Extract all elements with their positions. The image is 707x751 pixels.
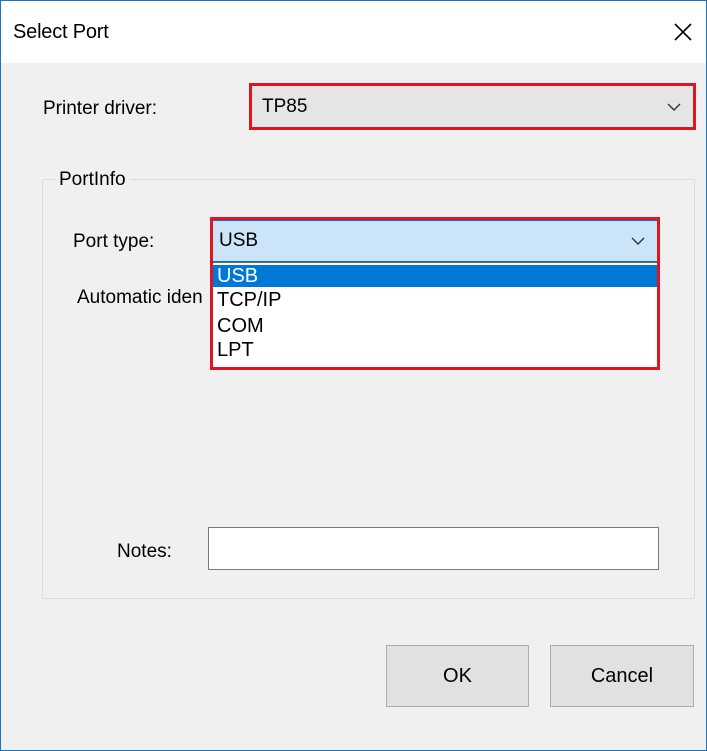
title-bar: Select Port	[1, 1, 706, 63]
close-button[interactable]	[660, 1, 706, 63]
printer-driver-value: TP85	[262, 95, 308, 117]
window-title: Select Port	[13, 21, 109, 43]
port-type-select[interactable]: USB	[212, 220, 658, 262]
ok-button[interactable]: OK	[386, 645, 529, 707]
cancel-button[interactable]: Cancel	[550, 645, 694, 707]
printer-driver-label: Printer driver:	[43, 98, 158, 119]
notes-label: Notes:	[117, 541, 172, 562]
close-icon	[674, 23, 692, 41]
port-info-caption: PortInfo	[55, 169, 130, 191]
port-type-option-tcpip[interactable]: TCP/IP	[213, 289, 657, 311]
port-type-option-com[interactable]: COM	[213, 315, 657, 337]
port-type-dropdown-list: USB TCP/IP COM LPT	[212, 262, 658, 368]
port-type-label: Port type:	[73, 231, 155, 252]
port-type-option-lpt[interactable]: LPT	[213, 339, 657, 361]
notes-input[interactable]	[208, 527, 659, 570]
port-type-option-usb[interactable]: USB	[213, 265, 657, 287]
chevron-down-icon	[667, 103, 681, 111]
printer-driver-select[interactable]: TP85	[251, 85, 694, 128]
port-type-value: USB	[219, 230, 259, 251]
chevron-down-icon	[631, 237, 645, 245]
automatic-identify-label: Automatic iden	[77, 287, 203, 308]
select-port-dialog: Select Port Printer driver: TP85 PortInf…	[0, 0, 707, 751]
